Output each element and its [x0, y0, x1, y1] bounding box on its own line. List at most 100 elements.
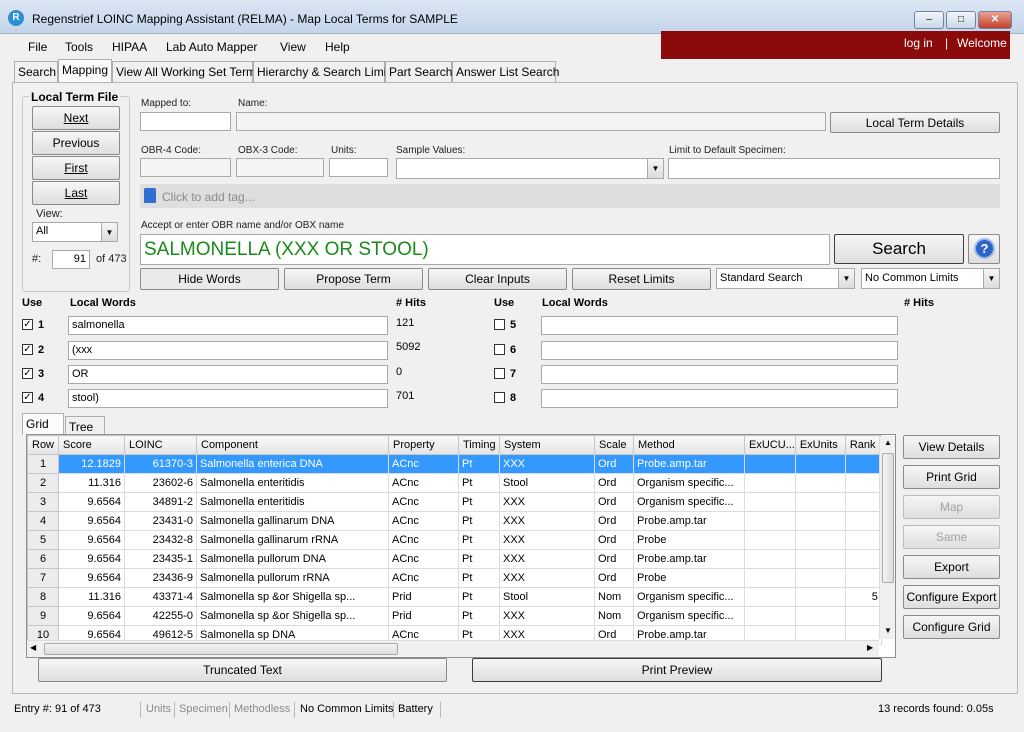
col-header-system[interactable]: System [499, 435, 595, 455]
col-header-exucu[interactable]: ExUCU... [744, 435, 796, 455]
table-row[interactable]: 6 9.6564 23435-1 Salmonella pullorum DNA ACn… [27, 549, 882, 569]
sample-values-select[interactable]: ▼ [396, 158, 664, 179]
menu-view[interactable]: View [280, 40, 306, 54]
maximize-button[interactable]: □ [946, 11, 976, 29]
table-row[interactable]: 9 9.6564 42255-0 Salmonella sp &or Shigella… [27, 606, 882, 626]
configure-grid-button[interactable]: Configure Grid [903, 615, 1000, 639]
view-select[interactable]: All ▼ [32, 222, 118, 242]
view-details-button[interactable]: View Details [903, 435, 1000, 459]
local-term-details-button[interactable]: Local Term Details [830, 112, 1000, 133]
search-query-input[interactable]: SALMONELLA (XXX OR STOOL) [140, 234, 830, 265]
local-word-input-7[interactable] [541, 365, 898, 384]
results-grid[interactable]: Row Score LOINC Component Property Timin… [26, 434, 896, 658]
obx3-code-field[interactable] [236, 158, 324, 177]
table-row[interactable]: 4 9.6564 23431-0 Salmonella gallinarum DNA A… [27, 511, 882, 531]
close-button[interactable]: ✕ [978, 11, 1012, 29]
tab-view-all-working-set-terms[interactable]: View All Working Set Terms [112, 61, 262, 82]
welcome-link[interactable]: Welcome [957, 36, 1007, 50]
menu-help[interactable]: Help [325, 40, 350, 54]
export-button[interactable]: Export [903, 555, 1000, 579]
local-word-input-8[interactable] [541, 389, 898, 408]
scroll-left-icon[interactable]: ◀ [30, 643, 36, 652]
help-button[interactable]: ? [968, 234, 1000, 264]
col-header-rank[interactable]: Rank [844, 435, 882, 455]
vertical-scroll-thumb[interactable] [882, 453, 894, 583]
limit-specimen-field[interactable] [668, 158, 1000, 179]
obr4-code-field[interactable] [140, 158, 231, 177]
truncated-text-button[interactable]: Truncated Text [38, 658, 447, 682]
use-checkbox-8[interactable] [494, 392, 505, 403]
col-header-row[interactable]: Row [27, 435, 59, 455]
col-header-scale[interactable]: Scale [594, 435, 634, 455]
tab-grid[interactable]: Grid [22, 413, 64, 435]
map-button[interactable]: Map [903, 495, 1000, 519]
menu-hipaa[interactable]: HIPAA [112, 40, 147, 54]
reset-limits-button[interactable]: Reset Limits [572, 268, 711, 290]
local-word-input-4[interactable]: stool) [68, 389, 388, 408]
units-field[interactable] [329, 158, 388, 177]
menu-tools[interactable]: Tools [65, 40, 93, 54]
same-button[interactable]: Same [903, 525, 1000, 549]
last-button[interactable]: Last [32, 181, 120, 205]
use-checkbox-7[interactable] [494, 368, 505, 379]
menu-lab-auto-mapper[interactable]: Lab Auto Mapper [166, 40, 257, 54]
tab-part-search[interactable]: Part Search [385, 61, 452, 82]
common-limits-select[interactable]: No Common Limits ▼ [861, 268, 1000, 289]
col-header-score[interactable]: Score [58, 435, 125, 455]
col-header-property[interactable]: Property [388, 435, 459, 455]
hide-words-button[interactable]: Hide Words [140, 268, 279, 290]
name-field[interactable] [236, 112, 826, 131]
use-checkbox-3[interactable]: ✓ [22, 368, 33, 379]
name-label: Name: [238, 98, 268, 109]
index-input[interactable]: 91 [52, 250, 90, 269]
cell-timing: Pt [458, 511, 500, 531]
use-checkbox-4[interactable]: ✓ [22, 392, 33, 403]
login-link[interactable]: log in [904, 36, 933, 50]
next-button[interactable]: Next [32, 106, 120, 130]
search-button[interactable]: Search [834, 234, 964, 264]
horizontal-scroll-thumb[interactable] [44, 643, 398, 655]
minimize-button[interactable]: – [914, 11, 944, 29]
table-row[interactable]: 8 11.316 43371-4 Salmonella sp &or Shigella… [27, 587, 882, 607]
tag-bar[interactable] [140, 184, 1000, 208]
tab-search[interactable]: Search [14, 61, 58, 82]
grid-horizontal-scrollbar[interactable]: ◀ ▶ [27, 640, 879, 657]
local-word-input-6[interactable] [541, 341, 898, 360]
use-checkbox-5[interactable] [494, 319, 505, 330]
tab-mapping[interactable]: Mapping [58, 59, 112, 82]
previous-button[interactable]: Previous [32, 131, 120, 155]
tab-tree[interactable]: Tree [65, 416, 105, 435]
col-header-loinc[interactable]: LOINC [124, 435, 197, 455]
use-checkbox-6[interactable] [494, 344, 505, 355]
use-checkbox-1[interactable]: ✓ [22, 319, 33, 330]
col-header-method[interactable]: Method [633, 435, 745, 455]
print-grid-button[interactable]: Print Grid [903, 465, 1000, 489]
search-mode-select[interactable]: Standard Search ▼ [716, 268, 855, 289]
configure-export-button[interactable]: Configure Export [903, 585, 1000, 609]
table-row[interactable]: 3 9.6564 34891-2 Salmonella enteritidis ACnc… [27, 492, 882, 512]
mapped-to-field[interactable] [140, 112, 231, 131]
col-header-component[interactable]: Component [196, 435, 389, 455]
grid-vertical-scrollbar[interactable]: ▲ ▼ [879, 436, 895, 639]
tab-answer-list-search[interactable]: Answer List Search [452, 61, 559, 82]
local-word-input-5[interactable] [541, 316, 898, 335]
local-word-input-3[interactable]: OR [68, 365, 388, 384]
table-row[interactable]: 5 9.6564 23432-8 Salmonella gallinarum rRNA… [27, 530, 882, 550]
clear-inputs-button[interactable]: Clear Inputs [428, 268, 567, 290]
scroll-up-icon[interactable]: ▲ [884, 438, 892, 447]
local-word-input-1[interactable]: salmonella [68, 316, 388, 335]
print-preview-button[interactable]: Print Preview [472, 658, 882, 682]
menu-file[interactable]: File [28, 40, 47, 54]
local-word-input-2[interactable]: (xxx [68, 341, 388, 360]
table-row[interactable]: 2 11.316 23602-6 Salmonella enteritidis ACnc… [27, 473, 882, 493]
col-header-timing[interactable]: Timing [458, 435, 500, 455]
use-checkbox-2[interactable]: ✓ [22, 344, 33, 355]
col-header-exunits[interactable]: ExUnits [794, 435, 846, 455]
scroll-down-icon[interactable]: ▼ [884, 626, 892, 635]
tab-hierarchy-search-limits[interactable]: Hierarchy & Search Limits [253, 61, 396, 82]
propose-term-button[interactable]: Propose Term [284, 268, 423, 290]
table-row[interactable]: 7 9.6564 23436-9 Salmonella pullorum rRNA AC… [27, 568, 882, 588]
table-row[interactable]: 1 12.1829 61370-3 Salmonella enterica DNA AC… [27, 454, 882, 474]
first-button[interactable]: First [32, 156, 120, 180]
scroll-right-icon[interactable]: ▶ [867, 643, 873, 652]
